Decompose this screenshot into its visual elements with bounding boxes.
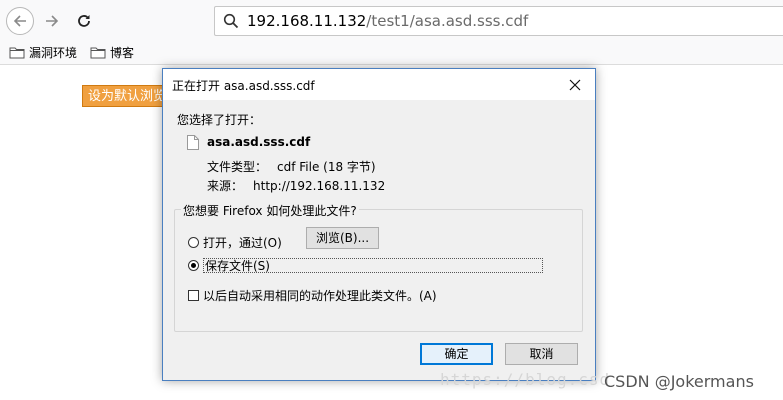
bookmark-vuln-env[interactable]: 漏洞环境 [9, 43, 77, 61]
browse-button[interactable]: 浏览(B)... [306, 227, 379, 249]
dialog-prompt: 您选择了打开： [177, 113, 262, 127]
folder-icon [9, 47, 25, 58]
reload-icon [78, 15, 90, 27]
file-name: asa.asd.sss.cdf [207, 135, 311, 149]
browser-toolbar: 192.168.11.132/test1/asa.asd.sss.cdf [0, 0, 783, 40]
bookmark-label: 博客 [110, 45, 135, 60]
action-group-legend: 您想要 Firefox 如何处理此文件? [181, 202, 359, 219]
close-icon [569, 79, 581, 90]
bookmarks-toolbar: 漏洞环境 博客 [0, 40, 783, 65]
auto-action-label: 以后自动采用相同的动作处理此类文件。(A) [203, 289, 437, 303]
url-bar[interactable]: 192.168.11.132/test1/asa.asd.sss.cdf [214, 6, 783, 36]
forward-icon [46, 15, 59, 27]
open-with-radio[interactable] [188, 237, 199, 248]
dialog-titlebar: 正在打开 asa.asd.sss.cdf [163, 69, 595, 100]
file-icon [187, 135, 199, 153]
save-file-label: 保存文件(S) [203, 258, 543, 273]
save-file-option[interactable]: 保存文件(S) [188, 258, 543, 273]
back-button[interactable] [6, 7, 34, 35]
url-path: /test1/asa.asd.sss.cdf [366, 12, 529, 30]
dialog-title: 正在打开 asa.asd.sss.cdf [172, 79, 315, 93]
open-with-label: 打开，通过(O) [203, 236, 282, 250]
back-icon [13, 15, 26, 27]
watermark-csdn: CSDN @Jokermans [604, 372, 754, 391]
download-dialog: 正在打开 asa.asd.sss.cdf 您选择了打开： asa.asd.sss… [162, 68, 596, 381]
dialog-close-button[interactable] [555, 69, 595, 100]
auto-action-checkbox[interactable] [188, 290, 199, 301]
save-file-radio[interactable] [188, 260, 199, 271]
search-icon [223, 13, 239, 29]
file-source-label: 来源： [207, 179, 244, 193]
file-type-label: 文件类型： [207, 160, 268, 174]
set-default-browser-button[interactable]: 设为默认浏览 [82, 85, 170, 107]
auto-action-option[interactable]: 以后自动采用相同的动作处理此类文件。(A) [188, 287, 437, 304]
ok-button[interactable]: 确定 [420, 343, 493, 365]
open-with-option[interactable]: 打开，通过(O) [188, 234, 282, 251]
watermark-url: https://blog.csd [440, 370, 611, 389]
cancel-button[interactable]: 取消 [505, 343, 578, 365]
reload-button[interactable] [70, 7, 98, 35]
file-source-row: 来源： http://192.168.11.132 [207, 177, 385, 194]
file-type-row: 文件类型： cdf File (18 字节) [207, 158, 376, 175]
folder-icon [90, 47, 106, 58]
forward-button[interactable] [38, 7, 66, 35]
file-type-value: cdf File (18 字节) [277, 160, 376, 174]
file-source-value: http://192.168.11.132 [253, 179, 386, 193]
bookmark-label: 漏洞环境 [29, 45, 78, 60]
bookmark-blog[interactable]: 博客 [90, 43, 134, 61]
url-host: 192.168.11.132 [247, 12, 367, 30]
